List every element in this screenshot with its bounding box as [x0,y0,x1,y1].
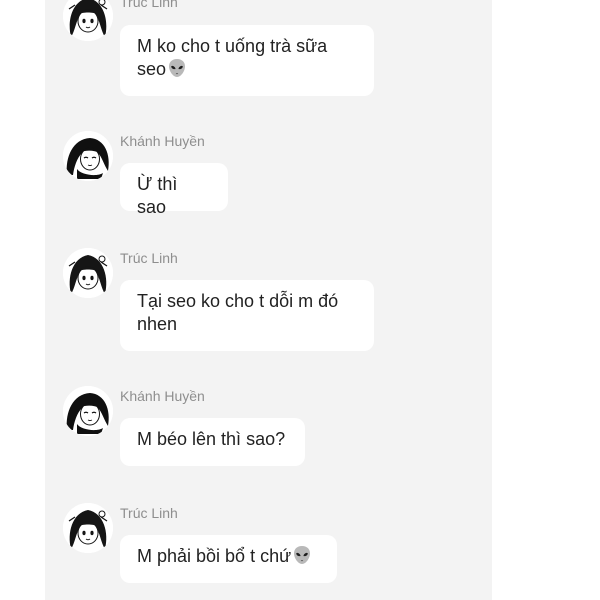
sender-name: Trúc Linh [120,505,178,521]
message-text-line: M béo lên thì sao? [137,429,286,449]
message-text-line: M ko cho t uống trà sữa [137,36,328,56]
message-bubble[interactable]: M phải bồi bổ t chứ [120,535,337,583]
girl-ink-avatar-icon[interactable] [63,386,113,436]
message-text-line: Tại seo ko cho t dỗi m đó [137,291,339,311]
sender-name: Trúc Linh [120,250,178,266]
chat-panel: Trúc Linh M ko cho t uống trà sữa seo Kh… [45,0,492,600]
sender-name: Khánh Huyền [120,133,205,149]
message-bubble[interactable]: M ko cho t uống trà sữa seo [120,25,374,96]
message-text-line: Ừ thì sao [137,174,178,217]
message-text-line: nhen [137,314,178,334]
girl-sketch-avatar-icon[interactable] [63,248,113,298]
alien-emoji-icon [167,58,187,78]
sender-name: Trúc Linh [120,0,178,10]
message-bubble[interactable]: Tại seo ko cho t dỗi m đó nhen [120,280,374,351]
message-bubble[interactable]: Ừ thì sao [120,163,228,217]
alien-emoji-icon [292,545,312,565]
girl-sketch-avatar-icon[interactable] [63,0,113,41]
message-bubble[interactable]: M béo lên thì sao? [120,418,305,466]
message-text-line: seo [137,58,357,81]
girl-sketch-avatar-icon[interactable] [63,503,113,553]
message-text-line: M phải bồi bổ t chứ [137,545,320,568]
sender-name: Khánh Huyền [120,388,205,404]
girl-ink-avatar-icon[interactable] [63,131,113,181]
